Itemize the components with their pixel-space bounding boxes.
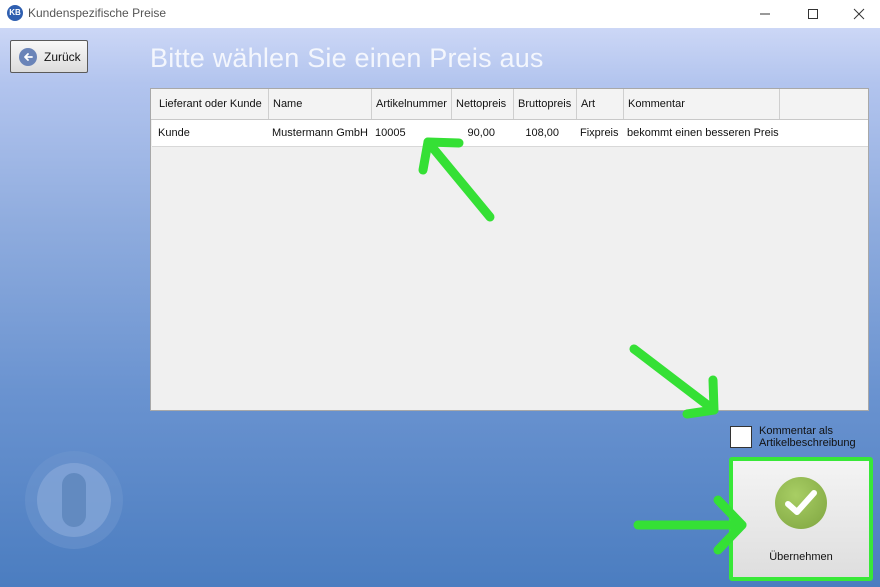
column-header-article-number[interactable]: Artikelnummer bbox=[372, 89, 452, 119]
apply-button[interactable]: Übernehmen bbox=[729, 457, 873, 581]
comment-as-description-label: Kommentar als Artikelbeschreibung bbox=[759, 425, 856, 449]
main-window: Zurück Bitte wählen Sie einen Preis aus … bbox=[0, 28, 880, 587]
back-button-label: Zurück bbox=[44, 49, 81, 64]
window-title: Kundenspezifische Preise bbox=[28, 6, 167, 20]
cell-gross-price: 108,00 bbox=[525, 127, 559, 139]
arrow-left-icon bbox=[19, 47, 37, 66]
comment-as-description-option[interactable]: Kommentar als Artikelbeschreibung bbox=[730, 425, 870, 452]
kb-logo-icon: KB bbox=[7, 5, 23, 21]
column-header-gross-price[interactable]: Bruttopreis bbox=[514, 89, 577, 119]
cell-name: Mustermann GmbH bbox=[272, 127, 368, 139]
column-header-comment[interactable]: Kommentar bbox=[624, 89, 780, 119]
column-header-supplier-customer[interactable]: Lieferant oder Kunde bbox=[151, 89, 269, 119]
minimize-button[interactable] bbox=[742, 0, 788, 28]
column-header-type[interactable]: Art bbox=[577, 89, 624, 119]
column-header-name[interactable]: Name bbox=[269, 89, 372, 119]
cell-type: Fixpreis bbox=[580, 127, 619, 139]
title-bar: KB Kundenspezifische Preise bbox=[0, 0, 880, 28]
back-button[interactable]: Zurück bbox=[10, 40, 88, 73]
comment-as-description-checkbox[interactable] bbox=[730, 426, 752, 448]
minimize-icon bbox=[760, 13, 770, 15]
cell-comment: bekommt einen besseren Preis bbox=[627, 127, 779, 139]
maximize-button[interactable] bbox=[790, 0, 836, 28]
apply-button-label: Übernehmen bbox=[769, 551, 833, 563]
cell-net-price: 90,00 bbox=[467, 127, 495, 139]
table-row[interactable]: Kunde Mustermann GmbH 10005 90,00 108,00… bbox=[152, 120, 868, 147]
page-title: Bitte wählen Sie einen Preis aus bbox=[150, 43, 544, 73]
column-header-filler bbox=[780, 89, 868, 119]
cell-article-number: 10005 bbox=[375, 127, 406, 139]
column-header-net-price[interactable]: Nettopreis bbox=[452, 89, 514, 119]
table-header: Lieferant oder Kunde Name Artikelnummer … bbox=[151, 89, 868, 120]
price-table[interactable]: Lieferant oder Kunde Name Artikelnummer … bbox=[150, 88, 869, 411]
cell-supplier-customer: Kunde bbox=[158, 127, 190, 139]
checkmark-icon bbox=[775, 477, 827, 529]
maximize-icon bbox=[808, 9, 818, 19]
close-icon bbox=[853, 8, 865, 20]
power-icon bbox=[25, 451, 123, 549]
close-button[interactable] bbox=[836, 0, 880, 28]
